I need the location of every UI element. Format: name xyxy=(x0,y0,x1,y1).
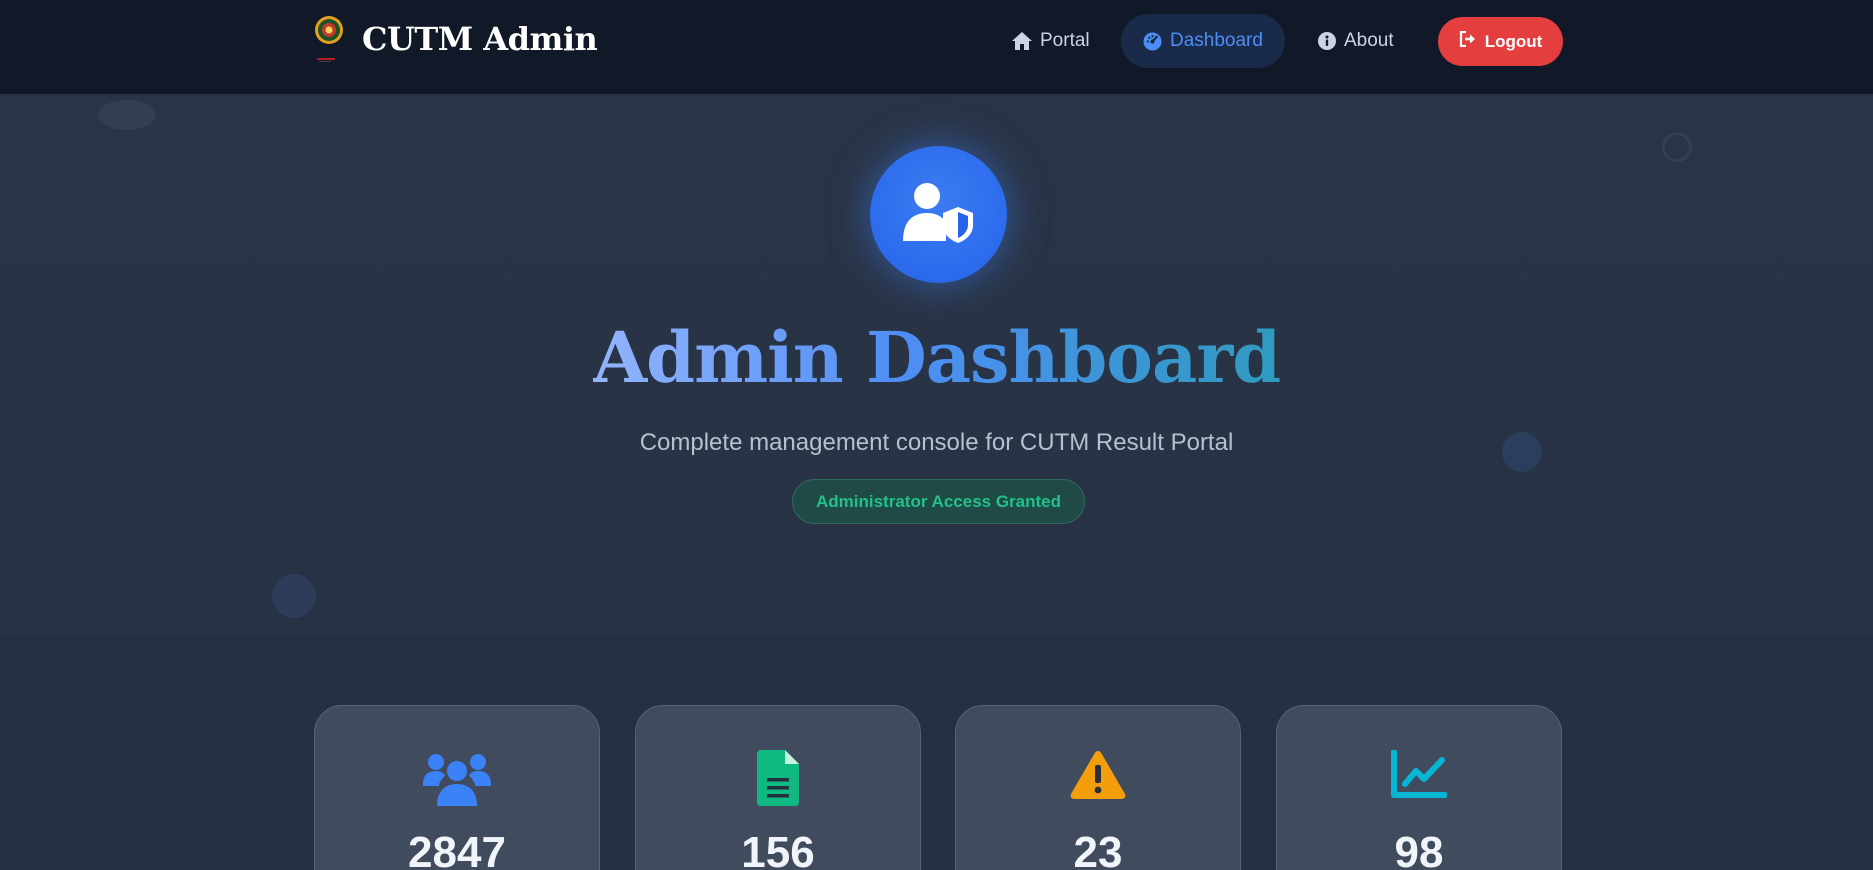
nav-link-about[interactable]: About xyxy=(1296,14,1416,68)
document-icon xyxy=(757,750,799,811)
stats-section: 2847 156 23 98 xyxy=(0,637,1873,870)
top-navbar: CUTM Admin Portal Dashboard About Logout xyxy=(0,0,1873,95)
stat-card-analytics[interactable]: 98 xyxy=(1276,705,1562,870)
nav-link-portal[interactable]: Portal xyxy=(990,14,1112,68)
nav-link-dashboard[interactable]: Dashboard xyxy=(1121,14,1285,68)
home-icon xyxy=(1012,32,1032,50)
logout-label: Logout xyxy=(1484,31,1543,51)
users-icon xyxy=(423,750,491,811)
nav-link-label: About xyxy=(1344,30,1394,51)
user-shield-icon xyxy=(902,181,975,248)
university-seal-icon[interactable] xyxy=(313,14,345,64)
stat-card-documents[interactable]: 156 xyxy=(635,705,921,870)
gauge-icon xyxy=(1143,31,1162,51)
warning-icon xyxy=(1070,750,1126,805)
admin-avatar xyxy=(870,146,1007,283)
stat-value: 98 xyxy=(1394,828,1444,870)
nav-link-label: Portal xyxy=(1040,30,1090,51)
stat-value: 2847 xyxy=(408,828,506,870)
page-title: Admin Dashboard xyxy=(592,316,1281,399)
background-decoration xyxy=(1662,132,1692,162)
logout-icon xyxy=(1459,30,1477,52)
stat-card-users[interactable]: 2847 xyxy=(314,705,600,870)
access-status-badge: Administrator Access Granted xyxy=(792,479,1085,524)
hero-section: Admin Dashboard Complete management cons… xyxy=(0,96,1873,637)
stat-card-warnings[interactable]: 23 xyxy=(955,705,1241,870)
background-decoration xyxy=(98,100,156,130)
stat-value: 156 xyxy=(741,828,815,870)
brand-name[interactable]: CUTM Admin xyxy=(362,20,598,58)
page-subtitle: Complete management console for CUTM Res… xyxy=(639,429,1234,456)
logout-button[interactable]: Logout xyxy=(1438,17,1563,66)
background-decoration xyxy=(272,574,316,618)
info-icon xyxy=(1318,32,1336,50)
stat-value: 23 xyxy=(1073,828,1123,870)
nav-link-label: Dashboard xyxy=(1170,30,1263,51)
chart-line-icon xyxy=(1391,749,1448,805)
